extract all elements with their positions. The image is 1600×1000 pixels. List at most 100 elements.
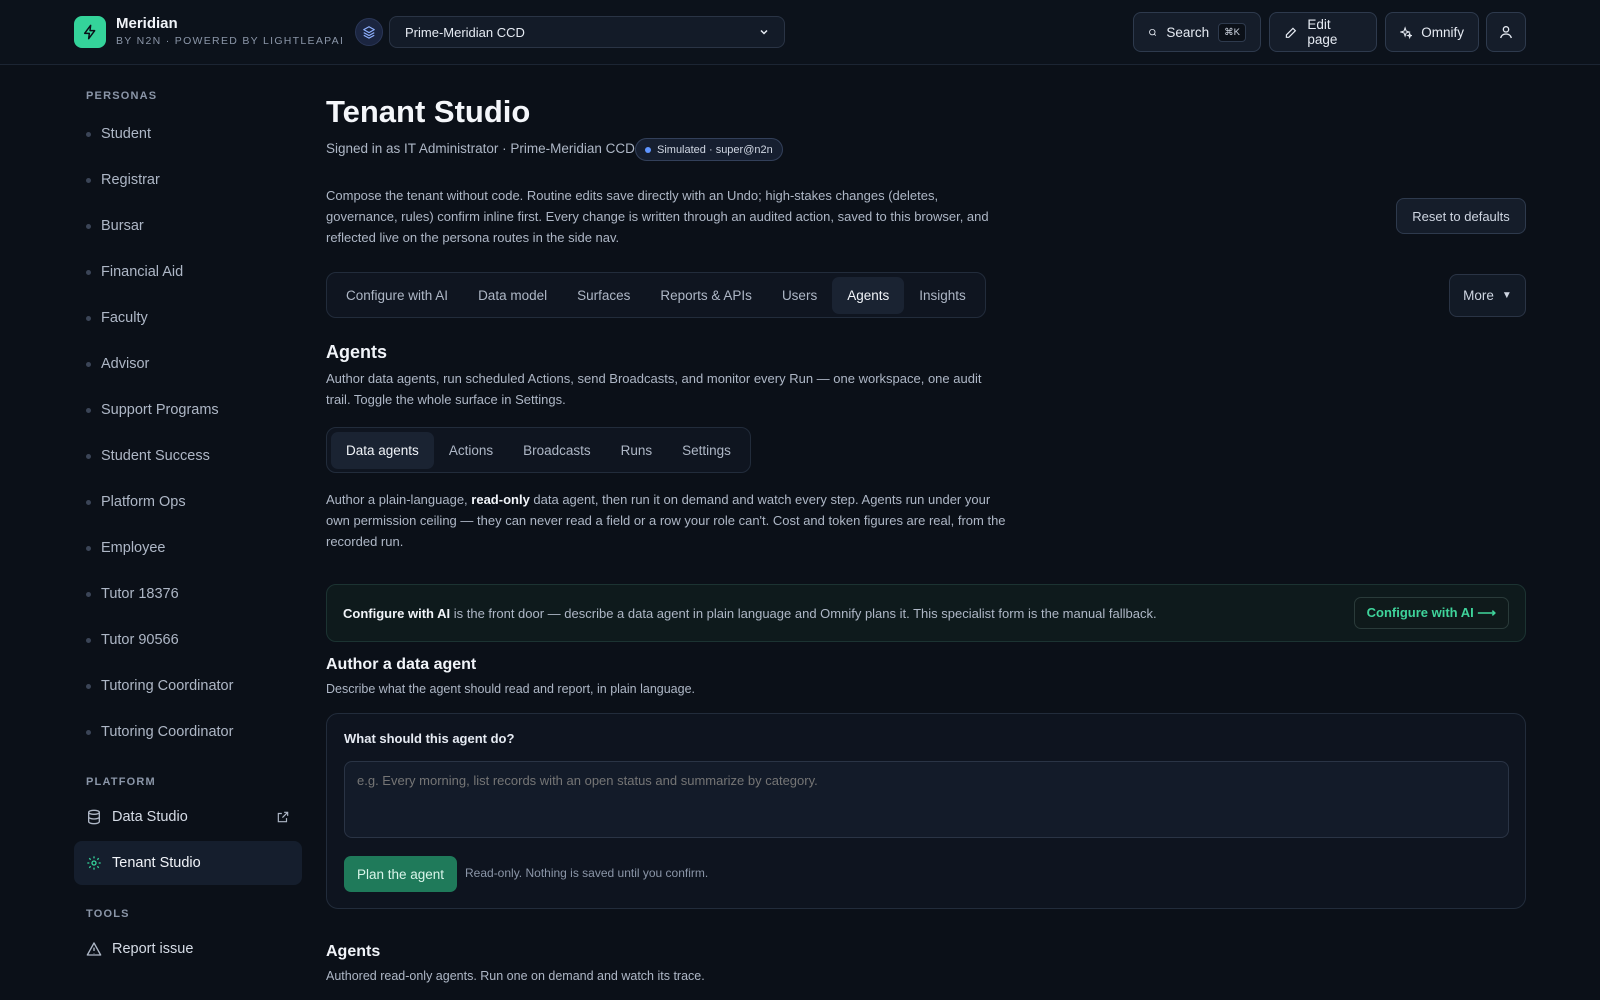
agents-heading: Agents [326, 342, 388, 362]
sidebar-item-persona[interactable]: Bursar [86, 211, 144, 241]
sidebar-item-label: Tenant Studio [112, 855, 201, 871]
bullet-dot [86, 177, 91, 183]
more-button[interactable]: More ▼ [1449, 274, 1526, 317]
sidebar-item-persona[interactable]: Tutoring Coordinator [86, 717, 233, 747]
tab-configure-with-ai[interactable]: Configure with AI [331, 277, 463, 314]
profile-button[interactable] [1486, 12, 1526, 52]
sidebar-item-persona[interactable]: Student Success [86, 441, 210, 471]
author-form-card: What should this agent do? Plan the agen… [326, 713, 1526, 909]
bullet-dot [86, 269, 91, 275]
sidebar-item-persona[interactable]: Tutor 18376 [86, 579, 179, 609]
agents-subtabs: Data agents Actions Broadcasts Runs Settings [326, 427, 751, 473]
sidebar-item-persona[interactable]: Faculty [86, 303, 148, 333]
omnify-label: Omnify [1421, 24, 1464, 40]
subtab-runs[interactable]: Runs [606, 432, 668, 469]
sparkle-icon [1400, 25, 1413, 39]
search-button[interactable]: Search ⌘K [1133, 12, 1261, 52]
bullet-dot [86, 361, 91, 367]
tab-surfaces[interactable]: Surfaces [562, 277, 645, 314]
bullet-dot [86, 637, 91, 643]
sidebar-item-label: Employee [101, 540, 166, 556]
brand-name: Meridian [116, 15, 178, 32]
sidebar-item-label: Data Studio [112, 809, 188, 825]
agents-list-heading: Agents [326, 943, 381, 960]
agents-list-subtitle: Authored read-only agents. Run one on de… [326, 969, 705, 983]
status-badge: Simulated · super@n2n [635, 138, 783, 161]
sidebar-item-persona[interactable]: Platform Ops [86, 487, 186, 517]
pencil-icon [1285, 26, 1297, 38]
platform-section-label: PLATFORM [86, 776, 156, 788]
external-link-icon[interactable] [276, 810, 290, 824]
status-dot [645, 146, 651, 153]
tools-section-label: TOOLS [86, 908, 130, 920]
sidebar-item-persona[interactable]: Registrar [86, 165, 160, 195]
bullet-dot [86, 683, 91, 689]
tab-agents[interactable]: Agents [832, 276, 905, 314]
info-text: Author a plain-language, [326, 492, 472, 507]
reset-to-defaults-button[interactable]: Reset to defaults [1396, 198, 1526, 234]
main-tabs: Configure with AI Data model Surfaces Repor… [326, 272, 986, 318]
edit-page-label: Edit page [1307, 17, 1338, 47]
status-badge-label: Simulated · super@n2n [657, 143, 773, 156]
author-subtitle: Describe what the agent should read and … [326, 682, 696, 696]
subtab-actions[interactable]: Actions [434, 432, 508, 469]
search-label: Search [1166, 24, 1210, 40]
tab-insights[interactable]: Insights [904, 277, 981, 314]
configure-with-ai-button[interactable]: Configure with AI ⟶ [1353, 597, 1509, 629]
tab-data-model[interactable]: Data model [463, 277, 562, 314]
sidebar-item-label: Faculty [101, 310, 148, 326]
subtab-broadcasts[interactable]: Broadcasts [508, 432, 606, 469]
sidebar-item-label: Financial Aid [101, 264, 184, 280]
agents-description: Author data agents, run scheduled Action… [326, 371, 982, 407]
sidebar-item-persona[interactable]: Support Programs [86, 395, 219, 425]
tenant-select-value: Prime-Meridian CCD [405, 24, 525, 40]
sidebar-item-label: Student Success [101, 448, 210, 464]
agent-description-input[interactable] [344, 761, 1509, 838]
bullet-dot [86, 315, 91, 321]
top-bar: Meridian BY N2N · POWERED BY LIGHTLEAPAI… [0, 0, 1600, 65]
sidebar-item-persona[interactable]: Student [86, 119, 151, 149]
bullet-dot [86, 131, 91, 137]
page-title: Tenant Studio [326, 94, 531, 129]
bolt-icon[interactable] [74, 16, 106, 48]
user-icon [1500, 26, 1512, 39]
sidebar-item-label: Platform Ops [101, 494, 186, 510]
tab-users[interactable]: Users [767, 277, 832, 314]
sidebar-item-label: Tutor 18376 [101, 586, 179, 602]
plan-note: Read-only. Nothing is saved until you co… [465, 866, 709, 880]
bullet-dot [86, 545, 91, 551]
sidebar: PERSONAS Student Registrar Bursar Financial… [0, 65, 320, 1000]
form-label: What should this agent do? [344, 731, 515, 746]
sidebar-item-report-issue[interactable]: Report issue [74, 927, 302, 971]
chevron-down-icon [760, 29, 768, 35]
sidebar-item-label: Report issue [112, 941, 194, 957]
subtab-data-agents[interactable]: Data agents [331, 431, 434, 469]
author-heading: Author a data agent [326, 656, 477, 673]
bullet-dot [86, 453, 91, 459]
sidebar-item-persona[interactable]: Tutoring Coordinator [86, 671, 233, 701]
warning-icon [86, 942, 102, 956]
sidebar-item-label: Advisor [101, 356, 150, 372]
personas-section-label: PERSONAS [86, 90, 158, 102]
sidebar-item-persona[interactable]: Advisor [86, 349, 149, 379]
intro-text: Compose the tenant without code. Routine… [326, 188, 989, 245]
bullet-dot [86, 729, 91, 735]
sidebar-item-tenant-studio[interactable]: Tenant Studio [74, 841, 302, 885]
bullet-dot [86, 407, 91, 413]
caret-down-icon: ▼ [1501, 290, 1512, 301]
edit-page-button[interactable]: Edit page [1269, 12, 1377, 52]
sidebar-item-persona[interactable]: Employee [86, 533, 165, 563]
plan-agent-button[interactable]: Plan the agent [344, 856, 457, 892]
signed-in-text: Signed in as IT Administrator · Prime-Me… [326, 141, 635, 156]
sidebar-item-data-studio[interactable]: Data Studio [74, 795, 302, 839]
sidebar-item-persona[interactable]: Financial Aid [86, 257, 183, 287]
tab-reports-apis[interactable]: Reports & APIs [645, 277, 767, 314]
layers-icon [355, 18, 383, 46]
omnify-button[interactable]: Omnify [1385, 12, 1479, 52]
search-icon [1149, 28, 1157, 36]
subtab-settings[interactable]: Settings [667, 432, 746, 469]
configure-ai-banner: Configure with AI is the front door — de… [326, 584, 1526, 642]
info-bold: read-only [471, 492, 530, 507]
sidebar-item-persona[interactable]: Tutor 90566 [86, 625, 179, 655]
tenant-select[interactable]: Prime-Meridian CCD [389, 16, 785, 48]
